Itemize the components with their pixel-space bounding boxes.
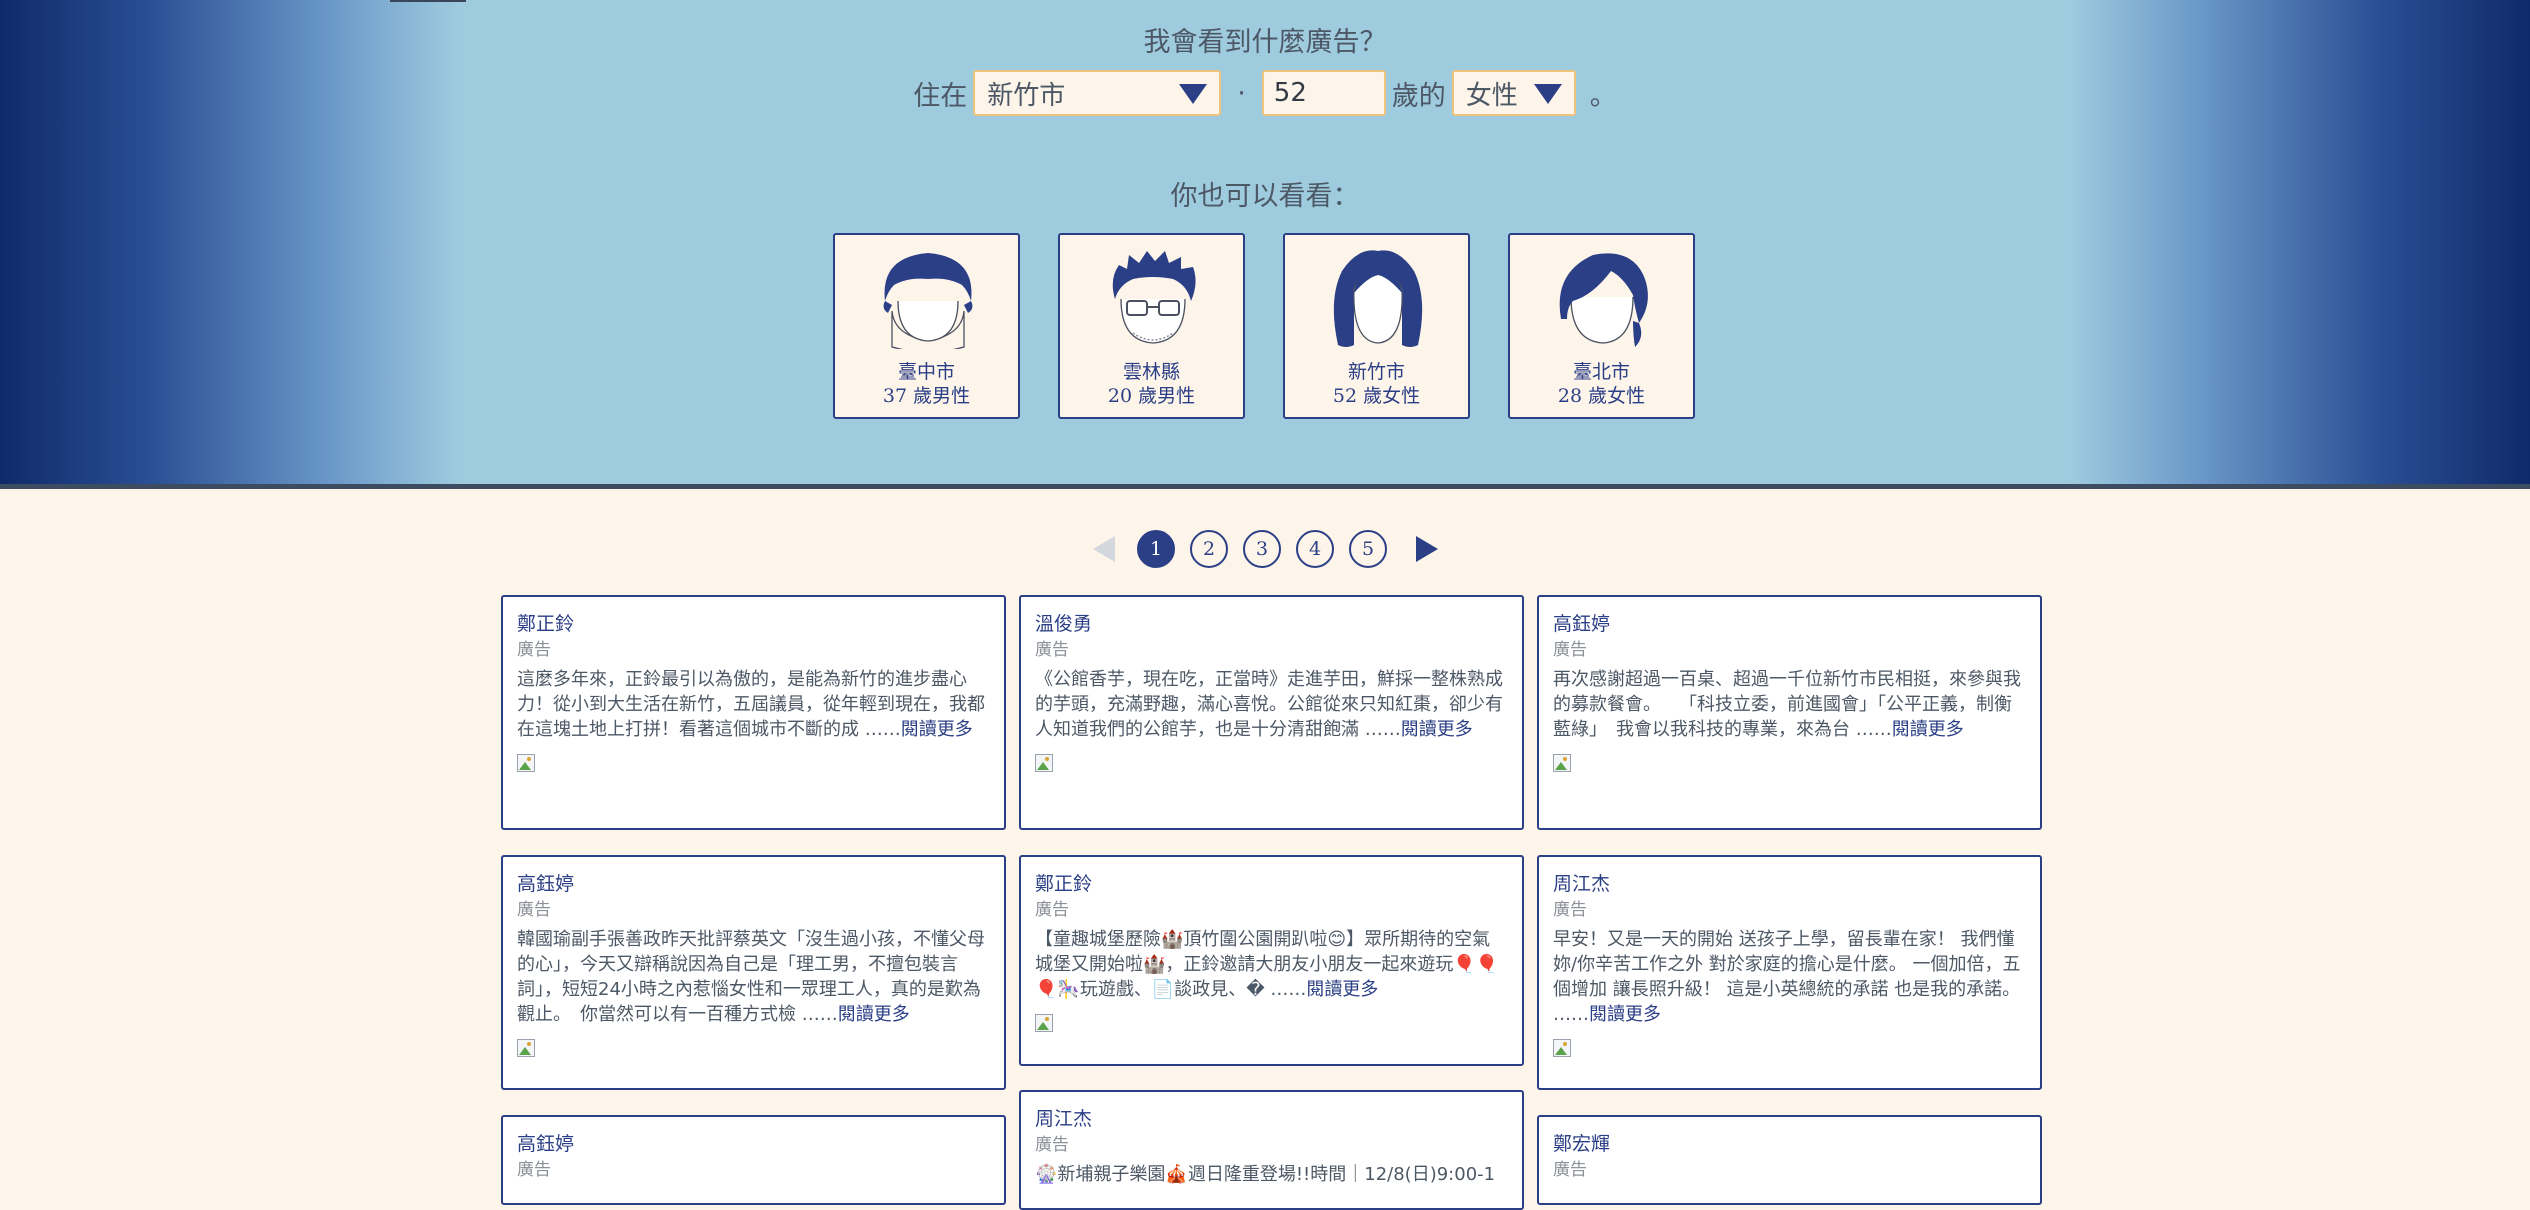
read-more-link[interactable]: 閱讀更多 — [1589, 1004, 1661, 1025]
persona-filter: 住在 新竹市 · 歲的 女性 。 — [0, 70, 2530, 116]
ad-tag: 廣告 — [1035, 640, 1069, 660]
advertiser-name[interactable]: 鄭正鈴 — [1035, 871, 1508, 897]
ad-text: 【童趣城堡歷險🏰頂竹圍公園開趴啦😊】眾所期待的空氣城堡又開始啦🏰，正鈴邀請大朋友… — [1035, 929, 1499, 1000]
female-bob-hair-avatar-icon — [1333, 250, 1423, 347]
ad-tag: 廣告 — [1553, 900, 1587, 920]
header-divider — [0, 484, 2530, 489]
read-more-link[interactable]: 閱讀更多 — [838, 1004, 910, 1025]
advertiser-name[interactable]: 鄭正鈴 — [517, 611, 990, 637]
persona-city: 臺中市 — [897, 361, 955, 383]
advertiser-name[interactable]: 高鈺婷 — [517, 871, 990, 897]
read-more-link[interactable]: 閱讀更多 — [1892, 719, 1964, 740]
persona-desc: 52 歲女性 — [1332, 385, 1421, 407]
read-more-link[interactable]: 閱讀更多 — [1401, 719, 1473, 740]
ad-text: 《公館香芋，現在吃，正當時》走進芋田，鮮採一整株熟成的芋頭，充滿野趣，滿心喜悅。… — [1035, 669, 1503, 740]
ad-card: 高鈺婷 廣告 — [501, 1115, 1006, 1205]
persona-desc: 37 歲男性 — [882, 385, 971, 407]
ad-text: 這麼多年來，正鈴最引以為傲的，是能為新竹的進步盡心力！從小到大生活在新竹，五屆議… — [517, 669, 985, 740]
chevron-down-icon — [1179, 84, 1208, 104]
advertiser-name[interactable]: 周江杰 — [1035, 1106, 1508, 1132]
ad-card: 鄭正鈴 廣告 【童趣城堡歷險🏰頂竹圍公園開趴啦😊】眾所期待的空氣城堡又開始啦🏰，… — [1019, 855, 1524, 1066]
also-see-label: 你也可以看看： — [1170, 181, 1360, 212]
read-more-link[interactable]: 閱讀更多 — [1306, 979, 1378, 1000]
advertiser-name[interactable]: 高鈺婷 — [517, 1131, 990, 1157]
top-tab-indicator — [390, 0, 466, 2]
ad-tag: 廣告 — [517, 640, 551, 660]
ad-tag: 廣告 — [517, 900, 551, 920]
city-select[interactable]: 新竹市 — [973, 70, 1222, 116]
gender-select-value: 女性 — [1465, 80, 1518, 111]
broken-image-icon — [1035, 754, 1053, 772]
persona-card-taipei[interactable]: 臺北市 28 歲女性 — [1508, 233, 1695, 419]
ad-card: 高鈺婷 廣告 再次感謝超過一百桌、超過一千位新竹市民相挺，來參與我的募款餐會。 … — [1537, 595, 2042, 830]
advertiser-name[interactable]: 高鈺婷 — [1553, 611, 2026, 637]
city-select-value: 新竹市 — [987, 80, 1066, 111]
persona-card-hsinchu[interactable]: 新竹市 52 歲女性 — [1283, 233, 1470, 419]
broken-image-icon — [517, 754, 535, 772]
read-more-link[interactable]: 閱讀更多 — [901, 719, 973, 740]
broken-image-icon — [517, 1039, 535, 1057]
page-4-button[interactable]: 4 — [1296, 530, 1334, 568]
advertiser-name[interactable]: 周江杰 — [1553, 871, 2026, 897]
ad-tag: 廣告 — [1035, 1135, 1069, 1155]
ad-text: 🎡新埔親子樂園🎪週日隆重登場!!時間｜12/8(日)9:00-1 — [1035, 1164, 1496, 1185]
persona-card-yunlin[interactable]: 雲林縣 20 歲男性 — [1058, 233, 1245, 419]
ad-card: 周江杰 廣告 🎡新埔親子樂園🎪週日隆重登場!!時間｜12/8(日)9:00-1 — [1019, 1090, 1524, 1210]
sentence-period: 。 — [1589, 80, 1617, 112]
broken-image-icon — [1035, 1014, 1053, 1032]
male-glasses-avatar-icon — [1112, 251, 1196, 344]
persona-city: 臺北市 — [1572, 361, 1630, 383]
question-title: 我會看到什麼廣告？ — [1143, 27, 1387, 58]
female-side-hair-avatar-icon — [1559, 253, 1648, 347]
ad-card: 鄭正鈴 廣告 這麼多年來，正鈴最引以為傲的，是能為新竹的進步盡心力！從小到大生活… — [501, 595, 1006, 830]
prev-page-icon[interactable] — [1093, 536, 1115, 562]
age-label: 歲的 — [1391, 80, 1446, 112]
ad-tag: 廣告 — [1553, 1160, 1587, 1180]
age-input[interactable] — [1261, 70, 1386, 116]
ad-text: 韓國瑜副手張善政昨天批評蔡英文「沒生過小孩，不懂父母的心」，今天又辯稱說因為自己… — [517, 929, 985, 1025]
pagination: 1 2 3 4 5 — [1093, 530, 1438, 568]
gender-select[interactable]: 女性 — [1451, 70, 1576, 116]
persona-city: 新竹市 — [1347, 361, 1405, 383]
ad-card: 周江杰 廣告 早安！又是一天的開始 送孩子上學，留長輩在家！ 我們懂妳/你辛苦工… — [1537, 855, 2042, 1090]
live-label: 住在 — [913, 80, 968, 112]
next-page-icon[interactable] — [1416, 536, 1438, 562]
ad-text: 再次感謝超過一百桌、超過一千位新竹市民相挺，來參與我的募款餐會。 「科技立委，前… — [1553, 669, 2021, 740]
broken-image-icon — [1553, 1039, 1571, 1057]
ad-card: 溫俊勇 廣告 《公館香芋，現在吃，正當時》走進芋田，鮮採一整株熟成的芋頭，充滿野… — [1019, 595, 1524, 830]
ad-tag: 廣告 — [1553, 640, 1587, 660]
ad-card: 高鈺婷 廣告 韓國瑜副手張善政昨天批評蔡英文「沒生過小孩，不懂父母的心」，今天又… — [501, 855, 1006, 1090]
page-5-button[interactable]: 5 — [1349, 530, 1387, 568]
ad-text: 早安！又是一天的開始 送孩子上學，留長輩在家！ 我們懂妳/你辛苦工作之外 對於家… — [1553, 929, 2021, 1025]
persona-card-taichung[interactable]: 臺中市 37 歲男性 — [833, 233, 1020, 419]
persona-city: 雲林縣 — [1122, 361, 1180, 383]
page-1-button[interactable]: 1 — [1137, 530, 1175, 568]
male-short-hair-avatar-icon — [883, 253, 973, 349]
persona-desc: 28 歲女性 — [1557, 385, 1646, 407]
broken-image-icon — [1553, 754, 1571, 772]
page-2-button[interactable]: 2 — [1190, 530, 1228, 568]
separator-dot: · — [1237, 77, 1246, 109]
persona-desc: 20 歲男性 — [1107, 385, 1196, 407]
ad-tag: 廣告 — [517, 1160, 551, 1180]
ad-card: 鄭宏輝 廣告 — [1537, 1115, 2042, 1205]
advertiser-name[interactable]: 溫俊勇 — [1035, 611, 1508, 637]
chevron-down-icon — [1533, 84, 1562, 104]
page-3-button[interactable]: 3 — [1243, 530, 1281, 568]
advertiser-name[interactable]: 鄭宏輝 — [1553, 1131, 2026, 1157]
ad-tag: 廣告 — [1035, 900, 1069, 920]
